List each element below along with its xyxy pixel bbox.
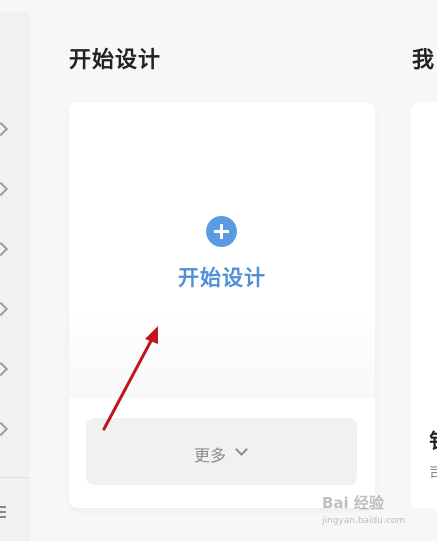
watermark-sub: jingyan.baidu.com [322,516,406,526]
annotation-arrow [102,326,158,431]
watermark: Bai 经验 jingyan.baidu.com [322,492,437,532]
watermark-text: Bai 经验 [322,494,384,512]
